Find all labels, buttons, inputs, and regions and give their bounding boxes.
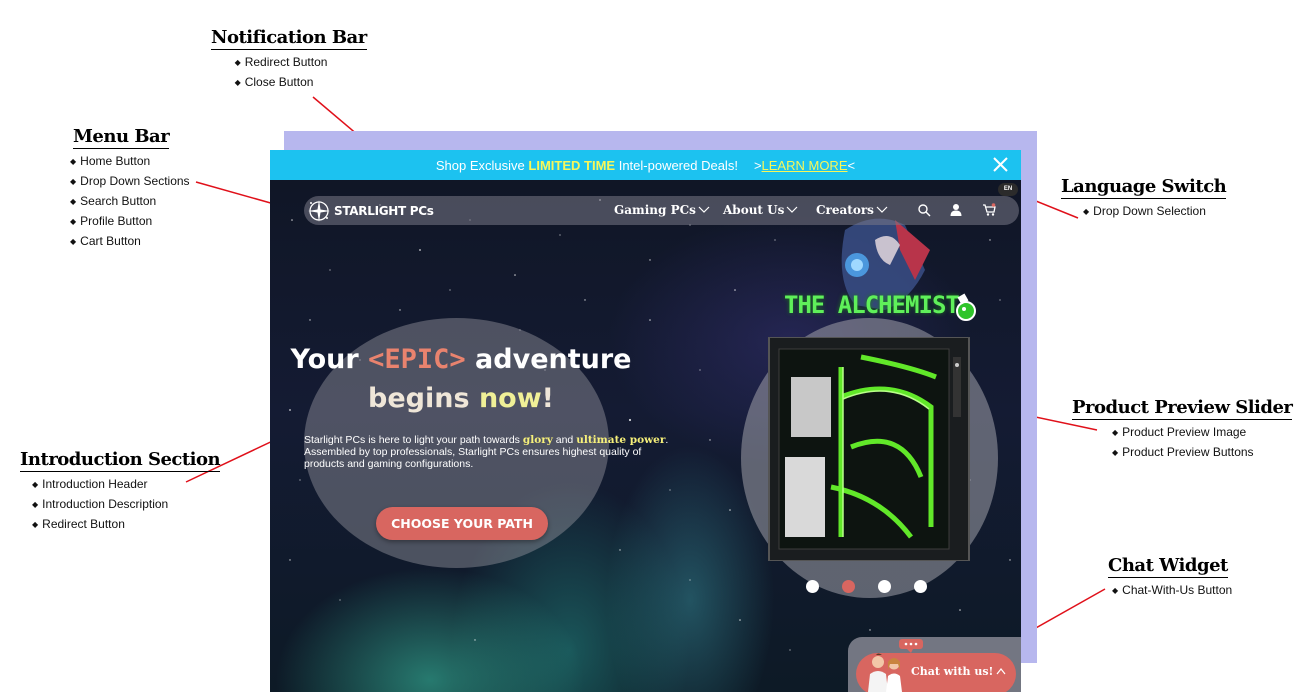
callout-title: Notification Bar xyxy=(211,27,367,50)
chevron-up-icon[interactable] xyxy=(996,667,1006,675)
nav-creators[interactable]: Creators xyxy=(816,203,888,217)
flask-icon xyxy=(956,293,976,321)
search-icon[interactable] xyxy=(917,203,931,217)
callout-title: Menu Bar xyxy=(73,126,170,149)
nav-gaming-pcs[interactable]: Gaming PCs xyxy=(614,203,710,217)
choose-your-path-button[interactable]: CHOOSE YOUR PATH xyxy=(376,507,548,540)
chevron-down-icon xyxy=(698,206,710,213)
callout-introduction-section: Introduction Section Introduction Header… xyxy=(20,449,221,535)
nav-label: About Us xyxy=(723,203,785,217)
callout-title: Chat Widget xyxy=(1108,555,1228,578)
product-name: THE ALCHEMIST xyxy=(784,291,960,319)
nav-label: Gaming PCs xyxy=(614,203,696,217)
starlight-logo-icon xyxy=(308,199,330,222)
notification-suffix: Intel-powered Deals! xyxy=(618,157,738,173)
callout-item: Close Button xyxy=(235,73,328,93)
callout-language-switch: Language Switch Drop Down Selection xyxy=(1061,176,1227,222)
chat-label: Chat with us! xyxy=(911,665,994,678)
callout-item: Drop Down Sections xyxy=(70,172,189,192)
notification-highlight: LIMITED TIME xyxy=(528,157,616,173)
callout-item: Redirect Button xyxy=(32,515,220,535)
callout-item: Chat-With-Us Button xyxy=(1112,581,1232,601)
product-preview-image[interactable] xyxy=(761,337,973,561)
logo-text: STARLIGHT PCs xyxy=(334,203,434,218)
callout-item: Introduction Header xyxy=(32,475,220,495)
learn-more-open: > xyxy=(753,157,762,173)
home-button[interactable]: STARLIGHT PCs xyxy=(306,197,434,224)
intro-header: Your <EPIC> adventure begins now! xyxy=(270,340,652,418)
notification-bar: Shop Exclusive LIMITED TIME Intel-powere… xyxy=(270,150,1021,180)
callout-item: Redirect Button xyxy=(235,53,328,73)
callout-item: Profile Button xyxy=(70,212,190,232)
callout-menu-bar: Menu Bar Home Button Drop Down Sections … xyxy=(70,126,190,252)
callout-title: Language Switch xyxy=(1061,176,1227,199)
callout-notification-bar: Notification Bar Redirect Button Close B… xyxy=(211,27,367,93)
nav-label: Creators xyxy=(816,203,874,217)
nav-about-us[interactable]: About Us xyxy=(723,203,798,217)
slider-dot-1[interactable] xyxy=(806,580,819,593)
callout-item: Cart Button xyxy=(70,232,190,252)
intro-title-epic: <EPIC> xyxy=(368,344,466,375)
intro-desc-glory: glory xyxy=(522,434,553,446)
intro-title-word: Your xyxy=(290,344,359,375)
intro-description: Starlight PCs is here to light your path… xyxy=(304,434,684,470)
intro-title-word: begins xyxy=(368,383,470,414)
chevron-down-icon xyxy=(786,206,798,213)
intro-desc-text: Starlight PCs is here to light your path… xyxy=(304,434,520,446)
website-mockup: Shop Exclusive LIMITED TIME Intel-powere… xyxy=(270,150,1021,692)
callout-item: Product Preview Buttons xyxy=(1112,443,1292,463)
support-agents-avatar xyxy=(868,653,902,692)
callout-product-preview-slider: Product Preview Slider Product Preview I… xyxy=(1072,397,1293,463)
language-switch[interactable]: EN xyxy=(998,183,1018,196)
callout-chat-widget: Chat Widget Chat-With-Us Button xyxy=(1108,555,1232,601)
learn-more-close: < xyxy=(847,157,856,173)
callout-item: Home Button xyxy=(70,152,190,172)
learn-more-link[interactable]: LEARN MORE xyxy=(762,158,848,173)
cart-icon[interactable] xyxy=(982,203,996,217)
chat-widget: Chat with us! xyxy=(848,637,1021,692)
callout-item: Drop Down Selection xyxy=(1083,202,1226,222)
callout-item: Search Button xyxy=(70,192,190,212)
intro-title-now: now xyxy=(478,383,542,414)
close-icon[interactable] xyxy=(992,156,1009,173)
slider-dot-2[interactable] xyxy=(842,580,855,593)
intro-title-bang: ! xyxy=(541,383,554,414)
callout-item: Introduction Description xyxy=(32,495,220,515)
slider-dot-3[interactable] xyxy=(878,580,891,593)
menu-bar: STARLIGHT PCs Gaming PCs About Us Creato… xyxy=(304,196,1019,225)
notification-prefix: Shop Exclusive xyxy=(435,157,525,173)
callout-title: Introduction Section xyxy=(20,449,221,472)
chevron-down-icon xyxy=(876,206,888,213)
callout-item: Product Preview Image xyxy=(1112,423,1292,443)
callout-title: Product Preview Slider xyxy=(1072,397,1293,420)
intro-desc-text: and xyxy=(555,434,574,446)
intro-title-word: adventure xyxy=(475,344,632,375)
intro-desc-power: ultimate power xyxy=(576,434,666,446)
profile-icon[interactable] xyxy=(949,203,963,217)
slider-dot-4[interactable] xyxy=(914,580,927,593)
